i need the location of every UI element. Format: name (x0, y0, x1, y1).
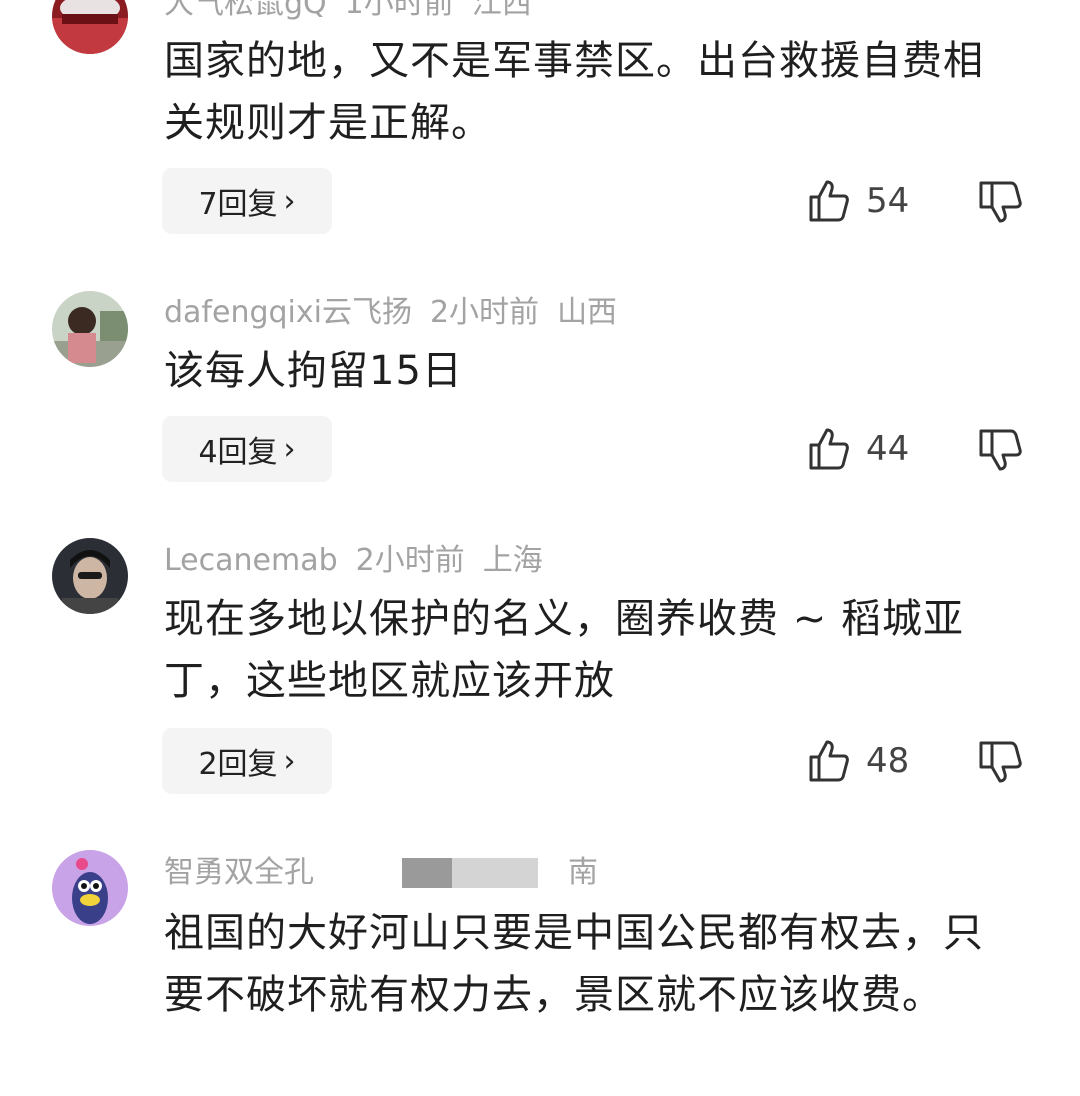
comment-item: 智勇双全孔 南 祖国的大好河山只要是中国公民都有权去，只要不破坏就有权力去，景区就… (0, 0, 1080, 1096)
location: 南 (568, 855, 598, 890)
comment-text: 祖国的大好河山只要是中国公民都有权去，只要不破坏就有权力去，景区就不应该收费。 (164, 910, 984, 1018)
redaction-bar (402, 858, 452, 888)
username[interactable]: 智勇双全孔 (164, 855, 314, 890)
redaction-bar (452, 858, 538, 888)
avatar[interactable] (52, 850, 128, 926)
comment-meta: 智勇双全孔 南 (164, 853, 616, 893)
